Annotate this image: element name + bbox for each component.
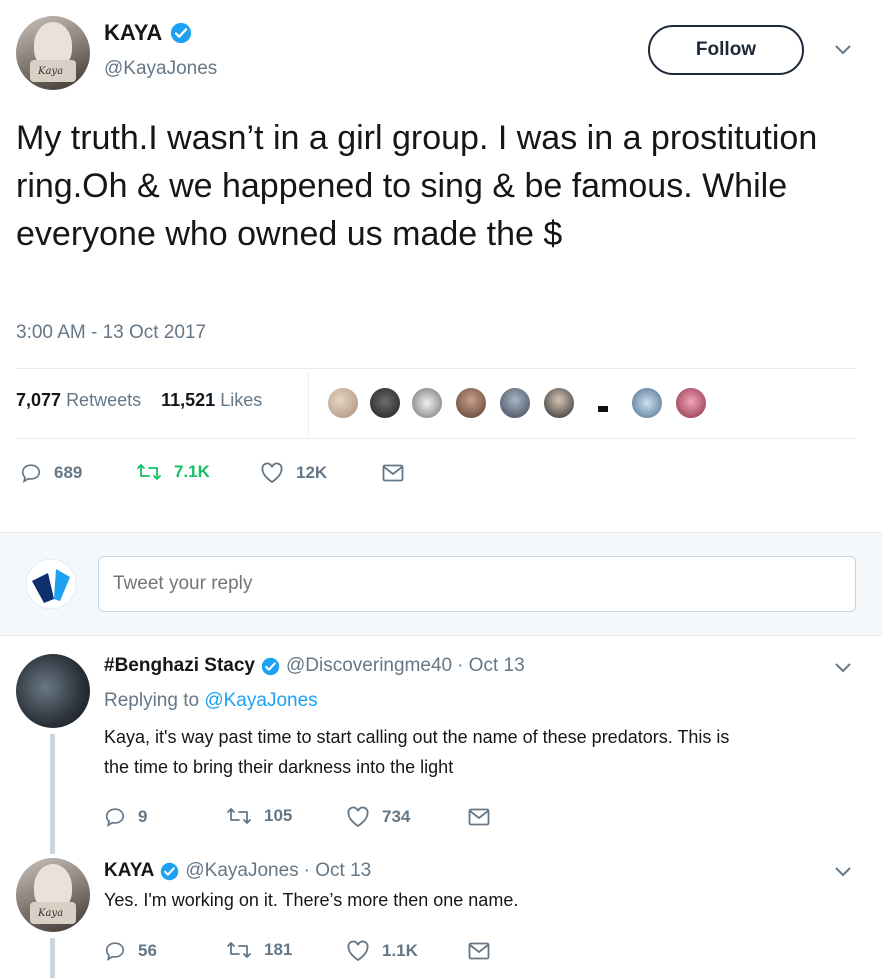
- liker-avatar[interactable]: [454, 386, 488, 420]
- direct-message-icon[interactable]: [468, 942, 490, 960]
- liker-avatar[interactable]: [630, 386, 664, 420]
- current-user-avatar[interactable]: [26, 559, 76, 609]
- tweet-timestamp[interactable]: 3:00 AM - 13 Oct 2017: [16, 322, 206, 344]
- tweet-text: My truth.I wasn’t in a girl group. I was…: [16, 119, 818, 253]
- divider: [16, 438, 856, 439]
- reply-date[interactable]: · Oct 13: [457, 655, 525, 677]
- heart-icon: [346, 806, 370, 828]
- reply-action[interactable]: 689: [20, 462, 82, 484]
- direct-message-icon[interactable]: [468, 808, 490, 826]
- thread-line: [50, 938, 55, 978]
- retweet-count: 181: [264, 940, 293, 959]
- like-action[interactable]: 734: [346, 806, 410, 828]
- reply-count: 9: [138, 807, 148, 826]
- stats-divider: [308, 372, 309, 434]
- heart-icon: [260, 462, 284, 484]
- retweets-stat[interactable]: 7,077 Retweets: [16, 390, 141, 410]
- author-avatar[interactable]: Kaya: [16, 16, 90, 90]
- reply-text-line: Kaya, it's way past time to start callin…: [104, 727, 730, 747]
- author-name[interactable]: KAYA: [104, 20, 162, 46]
- replying-to-link[interactable]: @KayaJones: [204, 690, 317, 711]
- reply-author-avatar[interactable]: Kaya: [16, 858, 90, 932]
- reply-author-handle[interactable]: @KayaJones: [185, 860, 298, 882]
- retweet-count: 105: [264, 806, 293, 825]
- reply-author-handle[interactable]: @Discoveringme40: [286, 655, 452, 677]
- tweet-stats: 7,077 Retweets 11,521 Likes: [16, 390, 262, 411]
- like-count: 12K: [296, 463, 328, 482]
- replying-to-label: Replying to: [104, 690, 200, 711]
- reply-count: 56: [138, 941, 157, 960]
- liker-avatar[interactable]: [326, 386, 360, 420]
- reply-icon: [104, 940, 126, 962]
- divider: [16, 368, 856, 369]
- verified-badge-icon: [261, 657, 280, 676]
- retweet-action[interactable]: 7.1K: [136, 462, 210, 482]
- like-count: 734: [382, 807, 411, 826]
- retweet-count: 7.1K: [174, 462, 210, 481]
- chevron-down-icon[interactable]: [834, 44, 852, 56]
- reply-icon: [20, 462, 42, 484]
- retweet-icon: [136, 462, 162, 482]
- reply-text-line: the time to bring their darkness into th…: [104, 757, 454, 777]
- reply-icon: [104, 806, 126, 828]
- liker-avatar[interactable]: [674, 386, 708, 420]
- likes-stat[interactable]: 11,521 Likes: [161, 390, 262, 410]
- retweet-action[interactable]: 105: [226, 806, 292, 826]
- avatar-caption: Kaya: [38, 908, 64, 919]
- follow-button-label: Follow: [695, 39, 757, 60]
- reply-author-name[interactable]: KAYA: [104, 860, 154, 882]
- like-action[interactable]: 12K: [260, 462, 327, 484]
- retweet-icon: [226, 806, 252, 826]
- like-count: 1.1K: [382, 941, 418, 960]
- liker-avatar[interactable]: [410, 386, 444, 420]
- heart-icon: [346, 940, 370, 962]
- chevron-down-icon[interactable]: [834, 662, 852, 674]
- reply-composer: [0, 532, 882, 636]
- reply-date[interactable]: · Oct 13: [304, 860, 372, 882]
- liker-avatar[interactable]: [498, 386, 532, 420]
- reply-text-line: Yes. I'm working on it. There’s more the…: [104, 890, 519, 910]
- retweet-action[interactable]: 181: [226, 940, 292, 960]
- liker-avatar[interactable]: [368, 386, 402, 420]
- follow-button[interactable]: Follow: [648, 25, 804, 75]
- liker-avatar[interactable]: [586, 386, 620, 420]
- thread-line: [50, 734, 55, 854]
- chevron-down-icon[interactable]: [834, 866, 852, 878]
- author-handle[interactable]: @KayaJones: [104, 58, 217, 80]
- verified-badge-icon: [160, 862, 179, 881]
- reply-input[interactable]: [98, 556, 856, 612]
- retweet-icon: [226, 940, 252, 960]
- reply-action[interactable]: 56: [104, 940, 157, 962]
- like-action[interactable]: 1.1K: [346, 940, 418, 962]
- verified-badge-icon: [170, 22, 192, 44]
- reply-count: 689: [54, 463, 83, 482]
- reply-author-name[interactable]: #Benghazi Stacy: [104, 655, 255, 677]
- reply-author-avatar[interactable]: [16, 654, 90, 728]
- reply-action[interactable]: 9: [104, 806, 147, 828]
- direct-message-icon[interactable]: [382, 464, 404, 482]
- avatar-caption: Kaya: [38, 66, 64, 77]
- liker-avatar[interactable]: [542, 386, 576, 420]
